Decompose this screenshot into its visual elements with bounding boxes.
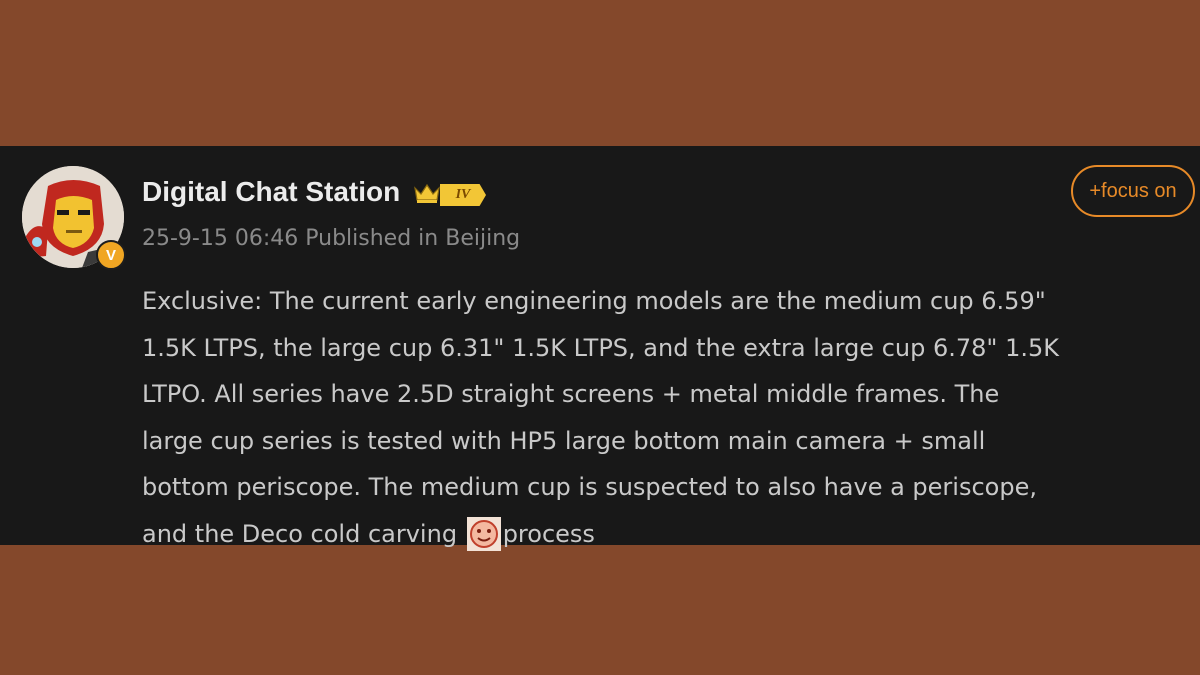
crown-icon — [414, 183, 440, 203]
post-body-line: 1.5K LTPS, the large cup 6.31" 1.5K LTPS… — [142, 333, 1059, 362]
author-name[interactable]: Digital Chat Station — [142, 176, 400, 208]
level-badge: IV — [440, 184, 486, 206]
post-timestamp: 25-9-15 06:46 — [142, 226, 299, 251]
post-body-line-last: and the Deco cold carving process — [142, 511, 1182, 558]
post-body-line: large cup series is tested with HP5 larg… — [142, 426, 986, 455]
face-emoji-icon — [466, 516, 501, 551]
post-body-text-end: process — [502, 519, 595, 548]
post-body: Exclusive: The current early engineering… — [142, 278, 1182, 557]
post-body-line: Exclusive: The current early engineering… — [142, 287, 1046, 315]
post-body-line: bottom periscope. The medium cup is susp… — [142, 473, 1037, 501]
follow-button[interactable]: +focus on — [1071, 165, 1195, 217]
post-body-text: and the Deco cold carving — [142, 519, 458, 548]
post-meta: 25-9-15 06:46 Published in Beijing — [142, 226, 520, 251]
post-body-line: LTPO. All series have 2.5D straight scre… — [142, 380, 1000, 408]
post-location: Published in Beijing — [305, 226, 521, 251]
verified-badge: V — [96, 240, 126, 270]
